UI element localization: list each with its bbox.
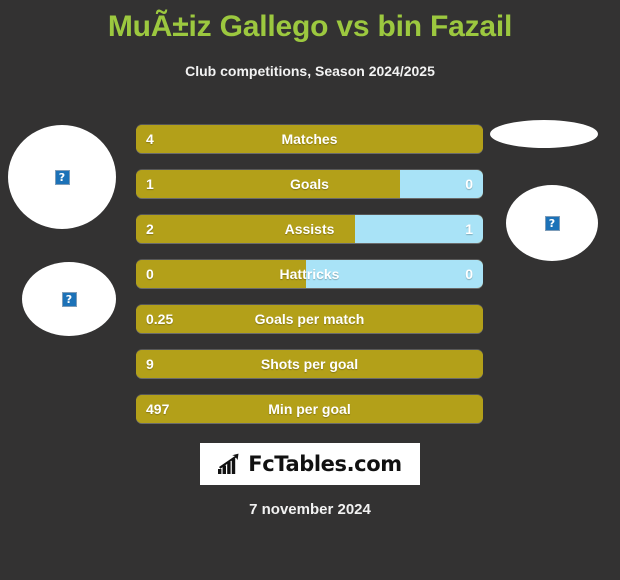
bar-chart-arrow-icon <box>218 453 239 474</box>
broken-image-icon: ? <box>544 215 560 231</box>
stat-label: Hattricks <box>279 266 340 282</box>
stat-value-away: 0 <box>465 176 473 192</box>
stat-bar-row: 2 Assists 1 <box>136 215 483 243</box>
logo-text: FcTables.com <box>248 452 402 476</box>
stat-label: Min per goal <box>268 401 351 417</box>
broken-image-icon: ? <box>61 291 77 307</box>
stat-label: Assists <box>284 221 335 237</box>
stat-label: Matches <box>281 131 338 147</box>
stat-label: Goals per match <box>254 311 365 327</box>
avatar-home-club: ? <box>22 262 116 336</box>
stat-label: Goals <box>290 176 329 192</box>
stat-bar-row: 0 Hattricks 0 <box>136 260 483 288</box>
page-subtitle: Club competitions, Season 2024/2025 <box>185 63 435 79</box>
page-title: MuÃ±iz Gallego vs bin Fazail <box>107 10 513 43</box>
broken-image-icon: ? <box>54 169 70 185</box>
stat-value-away: 1 <box>465 221 473 237</box>
avatar-away-player <box>490 120 598 148</box>
avatar-home-player: ? <box>8 125 116 229</box>
stat-bar-row: 1 Goals 0 <box>136 170 483 198</box>
stat-bars-container: 4 Matches 1 Goals 0 2 Assists 1 0 Hattricks 0 0.25 G… <box>136 125 483 440</box>
stat-label: Shots per goal <box>260 356 359 372</box>
stat-bar-row: 4 Matches <box>136 125 483 153</box>
date-label: 7 november 2024 <box>249 501 371 518</box>
avatar-away-club: ? <box>506 185 598 261</box>
fctables-logo[interactable]: FcTables.com <box>200 443 420 485</box>
infographic-page: MuÃ±iz Gallego vs bin Fazail Club compet… <box>0 0 620 580</box>
stat-bar-row: 9 Shots per goal <box>136 350 483 378</box>
stat-value-away: 0 <box>465 266 473 282</box>
stat-bar-row: 0.25 Goals per match <box>136 305 483 333</box>
stat-bar-row: 497 Min per goal <box>136 395 483 423</box>
